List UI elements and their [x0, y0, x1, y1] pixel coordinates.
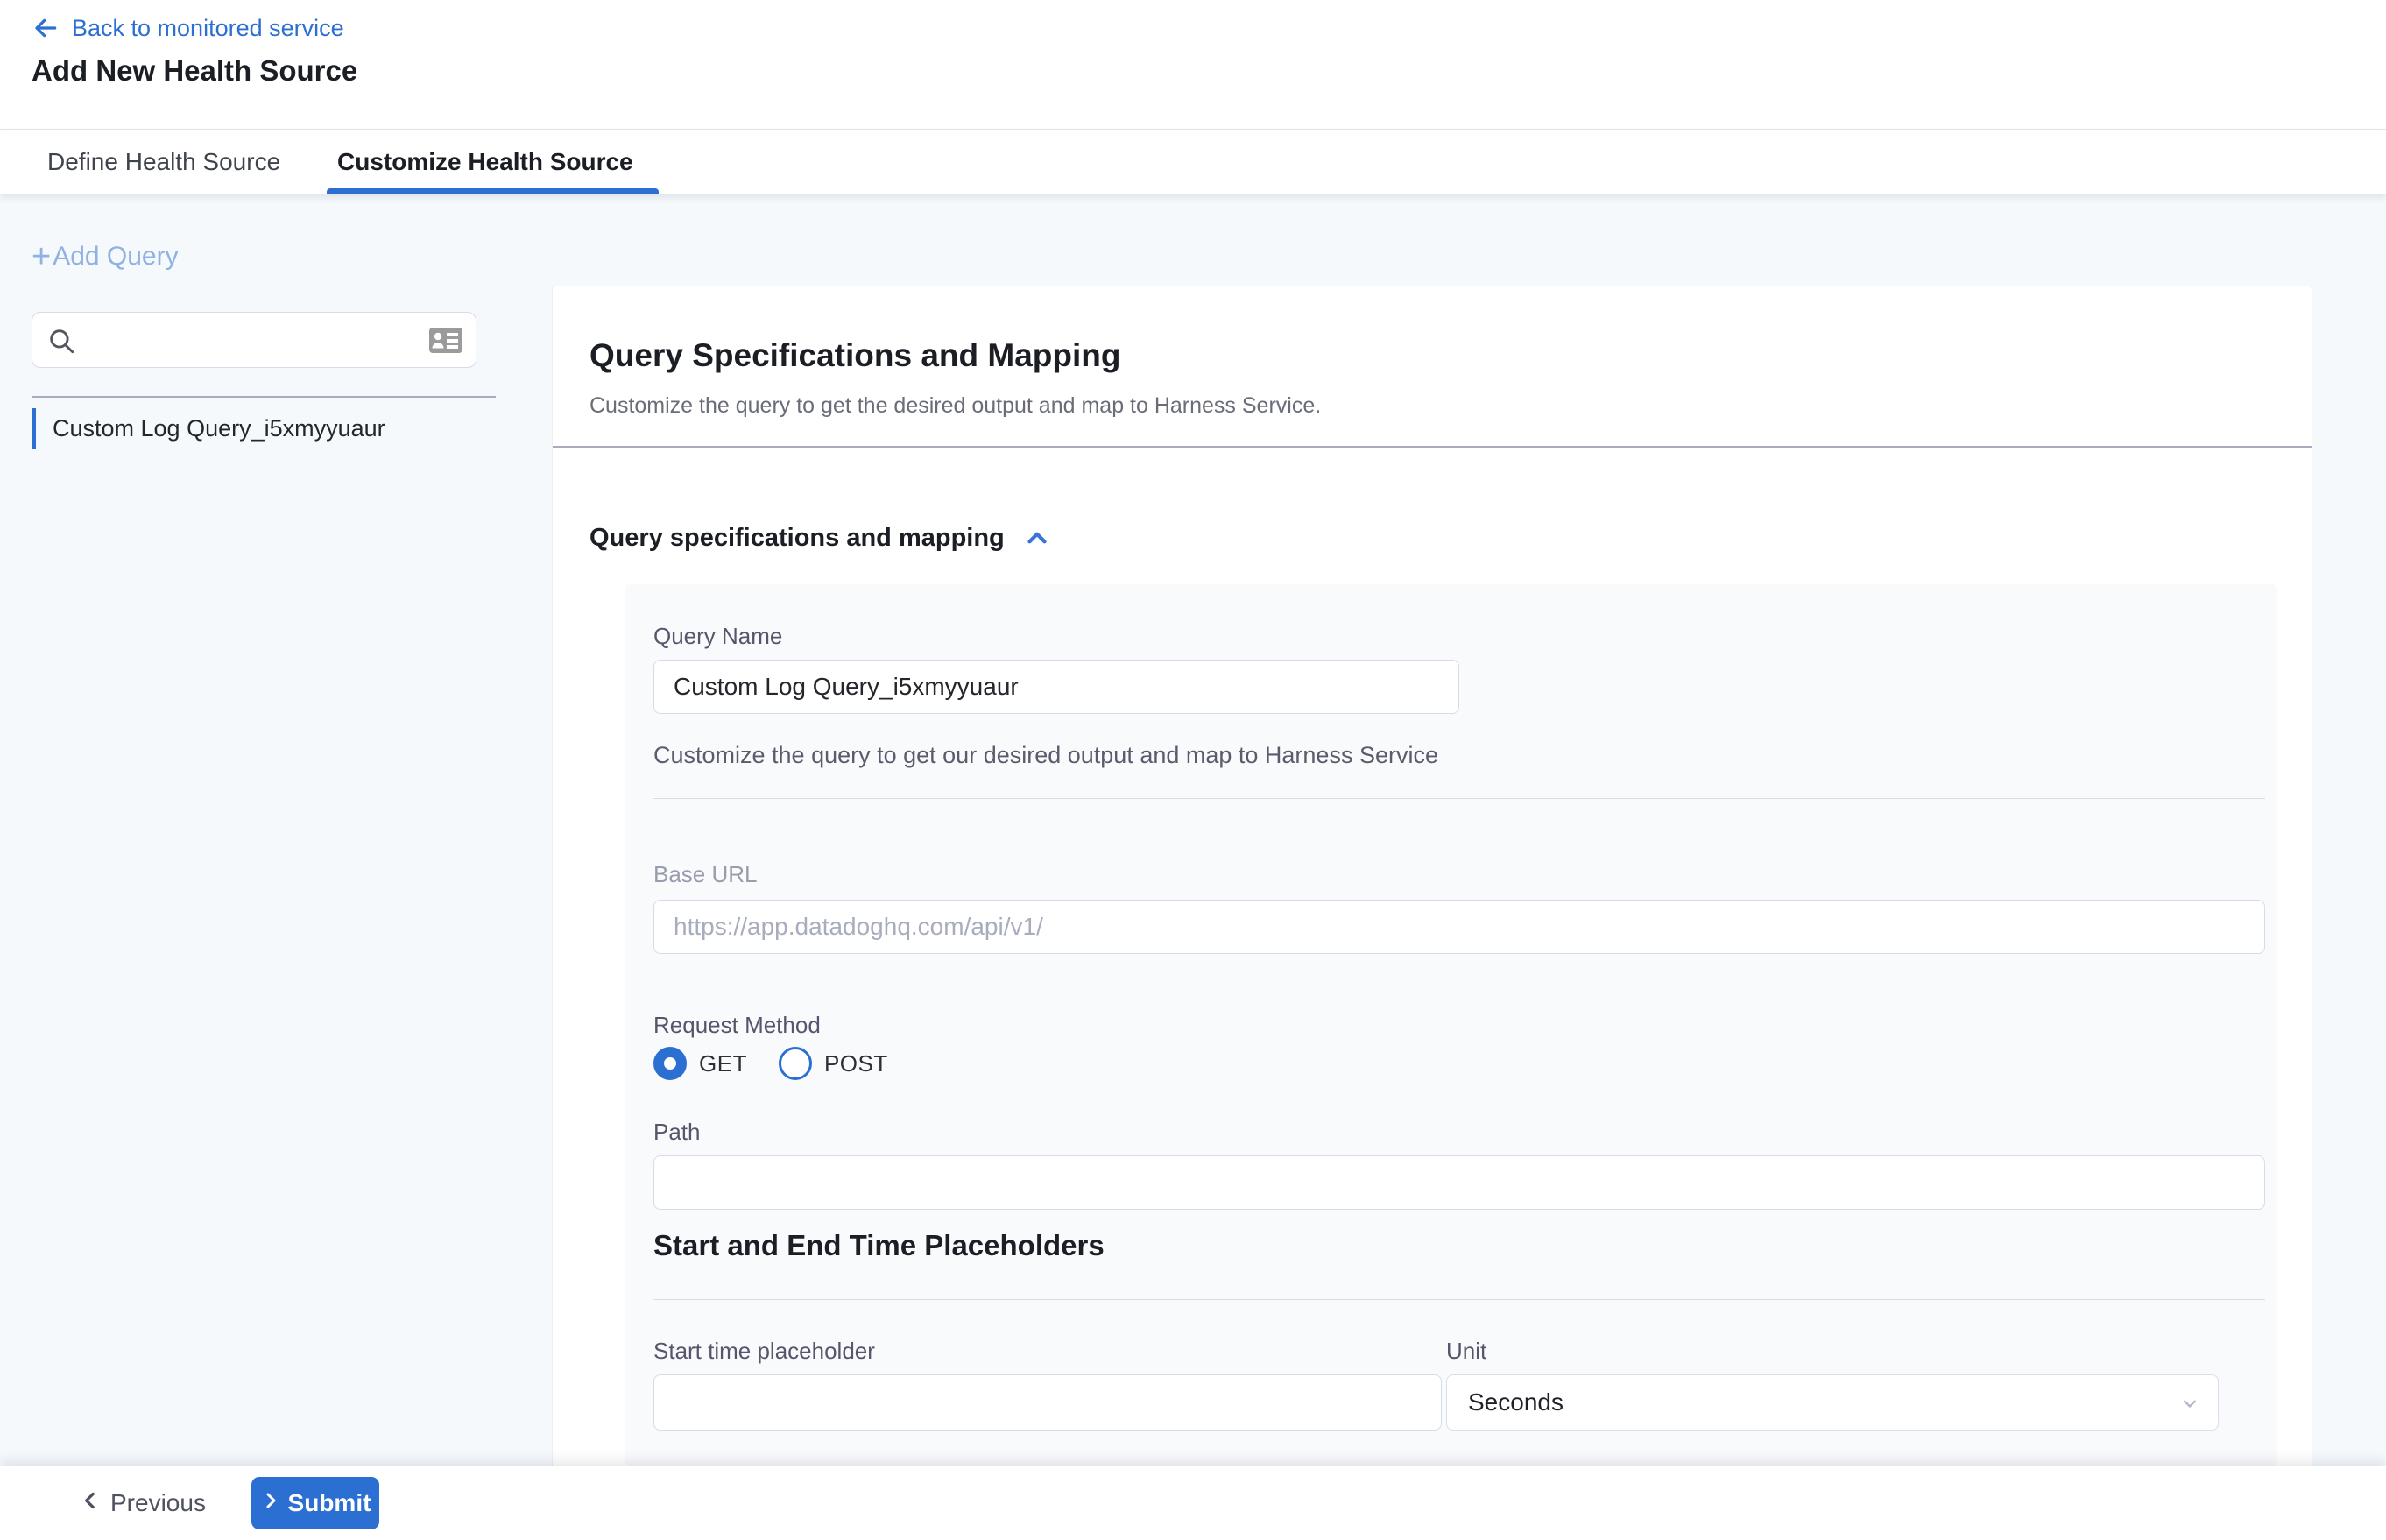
start-time-label: Start time placeholder — [653, 1338, 875, 1365]
add-query-label: Add Query — [53, 242, 178, 272]
selected-indicator — [32, 408, 36, 449]
base-url-input[interactable] — [653, 900, 2265, 954]
submit-button[interactable]: Submit — [251, 1477, 379, 1529]
query-name-input[interactable] — [653, 660, 1459, 714]
query-form-card: Query Name Customize the query to get ou… — [625, 584, 2277, 1466]
card-view-toggle-icon[interactable] — [428, 327, 463, 358]
section-header: Query specifications and mapping — [589, 523, 1052, 553]
radio-get-label[interactable]: GET — [699, 1050, 747, 1077]
chevron-right-icon — [260, 1489, 281, 1517]
section-title: Query specifications and mapping — [589, 524, 1005, 553]
radio-get[interactable] — [653, 1047, 687, 1080]
add-query-button[interactable]: + Add Query — [32, 242, 179, 272]
search-input[interactable] — [90, 313, 423, 367]
time-placeholders-heading: Start and End Time Placeholders — [653, 1229, 1105, 1262]
panel-divider — [553, 446, 2312, 448]
active-tab-underline — [327, 188, 659, 194]
query-search-box — [32, 312, 476, 368]
query-name-help: Customize the query to get our desired o… — [653, 742, 1438, 769]
unit-label: Unit — [1446, 1338, 1486, 1365]
query-item-label: Custom Log Query_i5xmyyuaur — [53, 415, 385, 442]
sidebar-divider — [32, 396, 496, 398]
radio-post[interactable] — [779, 1047, 812, 1080]
submit-label: Submit — [288, 1489, 371, 1517]
chevron-down-icon — [2178, 1391, 2202, 1420]
radio-post-label[interactable]: POST — [824, 1050, 888, 1077]
app-root: Back to monitored service Add New Health… — [0, 0, 2386, 1540]
top-header: Back to monitored service Add New Health… — [0, 0, 2386, 130]
request-method-label: Request Method — [653, 1012, 821, 1039]
base-url-label: Base URL — [653, 861, 758, 888]
back-link-label: Back to monitored service — [72, 15, 344, 42]
path-label: Path — [653, 1119, 701, 1146]
card-divider-2 — [653, 1299, 2265, 1300]
tab-customize-health-source[interactable]: Customize Health Source — [337, 130, 633, 194]
query-name-label: Query Name — [653, 623, 782, 650]
unit-select-value: Seconds — [1468, 1388, 1564, 1416]
card-divider-1 — [653, 798, 2265, 799]
page-title: Add New Health Source — [32, 54, 357, 88]
start-time-input[interactable] — [653, 1374, 1442, 1431]
path-input[interactable] — [653, 1155, 2265, 1210]
previous-button[interactable]: Previous — [74, 1466, 211, 1540]
query-list-item[interactable]: Custom Log Query_i5xmyyuaur — [32, 406, 496, 450]
main-panel: Query Specifications and Mapping Customi… — [552, 286, 2312, 1540]
previous-label: Previous — [110, 1489, 206, 1517]
chevron-left-icon — [79, 1489, 102, 1518]
arrow-left-icon — [32, 14, 60, 42]
tab-bar: Define Health Source Customize Health So… — [0, 130, 2386, 194]
footer-bar: Previous Submit — [0, 1466, 2386, 1540]
search-icon — [46, 326, 76, 360]
panel-subtitle: Customize the query to get the desired o… — [589, 393, 1321, 419]
tab-define-health-source[interactable]: Define Health Source — [47, 130, 280, 194]
plus-icon: + — [32, 244, 51, 270]
unit-select[interactable]: Seconds — [1446, 1374, 2219, 1431]
chevron-up-icon[interactable] — [1022, 523, 1052, 553]
request-method-radio-group: GET POST — [653, 1047, 907, 1080]
back-link[interactable]: Back to monitored service — [32, 14, 344, 42]
panel-title: Query Specifications and Mapping — [589, 337, 1121, 374]
